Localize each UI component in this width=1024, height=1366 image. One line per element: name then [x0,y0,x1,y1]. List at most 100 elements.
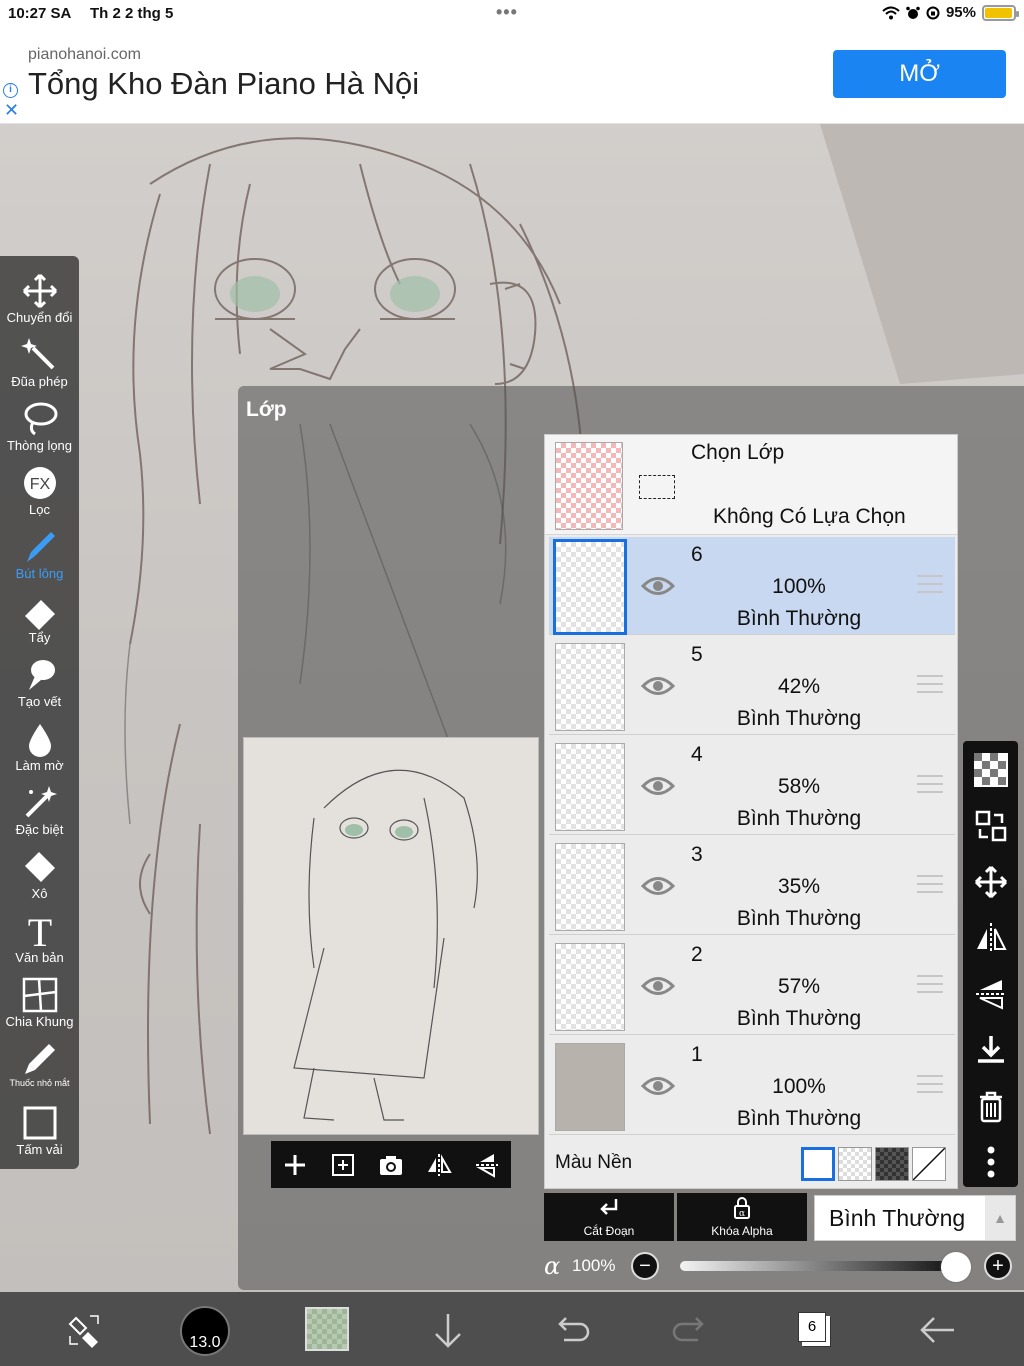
delete-layer-button[interactable] [963,1081,1018,1131]
selection-layer-row[interactable]: Chọn Lớp Không Có Lựa Chọn [545,435,957,535]
layer-row[interactable]: 4 58% Bình Thường [549,737,955,835]
layer-number: 1 [691,1043,703,1066]
battery-icon [982,4,1019,21]
duplicate-layer-button[interactable] [323,1145,363,1185]
brush-icon [0,528,79,568]
opacity-control: α 100% − + [540,1247,1020,1287]
eye-visibility-icon[interactable] [641,873,675,899]
layer-panel-title: Lớp [246,398,287,421]
ad-open-button[interactable]: MỞ [833,50,1006,98]
color-picker-button[interactable] [305,1307,349,1351]
eye-visibility-icon[interactable] [641,573,675,599]
layer-row[interactable]: 1 100% Bình Thường [549,1037,955,1135]
tool-filter[interactable]: FX Lọc [0,456,79,520]
more-options-button[interactable] [963,1137,1018,1187]
camera-icon [380,1155,402,1175]
transparency-button[interactable] [963,745,1018,795]
ad-info-icon[interactable]: i [3,83,18,98]
clipping-button[interactable]: Cắt Đoạn [544,1193,674,1241]
opacity-slider-knob[interactable] [941,1252,971,1282]
swap-layer-button[interactable] [963,801,1018,851]
drag-handle-icon[interactable] [917,975,943,995]
tool-label: Bút lông [15,566,64,581]
eye-visibility-icon[interactable] [641,773,675,799]
layer-row[interactable]: 3 35% Bình Thường [549,837,955,935]
tool-move[interactable]: Chuyển đổi [0,264,79,328]
layer-blend-mode: Bình Thường [736,907,862,930]
ad-headline[interactable]: Tổng Kho Đàn Piano Hà Nội [28,66,419,102]
drag-handle-icon[interactable] [917,1075,943,1095]
layer-row[interactable]: 2 57% Bình Thường [549,937,955,1035]
undo-button[interactable] [542,1302,598,1358]
layer-row[interactable]: 5 42% Bình Thường [549,637,955,735]
tool-frame-divider[interactable]: Chia Khung [0,968,79,1032]
flip-vertical-button[interactable] [467,1145,507,1185]
layer-opacity: 58% [777,775,821,798]
chevron-up-icon: ▲ [985,1196,1015,1240]
canvas-icon [0,1104,79,1144]
alpha-lock-button[interactable]: α Khóa Alpha [677,1193,807,1241]
camera-button[interactable] [371,1145,411,1185]
redo-button[interactable] [664,1302,720,1358]
opacity-slider[interactable] [680,1261,956,1271]
multitasking-dots-icon[interactable]: ••• [496,2,518,23]
battery-percent: 95% [945,4,976,21]
tool-smudge[interactable]: Tạo vết [0,648,79,712]
layer-number: 4 [691,743,703,766]
layer-row[interactable]: 6 100% Bình Thường [549,537,955,635]
background-none-swatch[interactable] [912,1147,946,1181]
layers-button[interactable]: 6 [798,1312,826,1342]
layer-thumbnail [555,843,625,931]
magic-wand-icon [0,336,79,376]
tool-bucket[interactable]: Xô [0,840,79,904]
eye-visibility-icon[interactable] [641,1073,675,1099]
add-layer-button[interactable] [275,1145,315,1185]
more-vertical-icon [987,1146,994,1178]
duplicate-icon [332,1153,354,1176]
layer-preview[interactable] [243,737,539,1135]
merge-down-button[interactable] [963,1025,1018,1075]
tool-label: Thuốc nhỏ mắt [9,1078,70,1088]
layer-opacity: 35% [777,875,821,898]
background-white-swatch[interactable] [801,1147,835,1181]
opacity-decrease-button[interactable]: − [631,1252,659,1280]
background-dark-swatch[interactable] [875,1147,909,1181]
drag-handle-icon[interactable] [917,675,943,695]
ad-close-icon[interactable]: ✕ [4,100,19,121]
tool-blur[interactable]: Làm mờ [0,712,79,776]
move-down-button[interactable] [420,1302,476,1358]
quick-tools-button[interactable] [56,1302,112,1358]
brush-size-button[interactable]: 13.0 [180,1306,230,1356]
tool-magic-wand[interactable]: Đũa phép [0,328,79,392]
drag-handle-icon[interactable] [917,875,943,895]
drag-handle-icon[interactable] [917,775,943,795]
ad-domain: pianohanoi.com [28,46,141,63]
flip-vertical-layer-button[interactable] [963,969,1018,1019]
tool-text[interactable]: T Văn bản [0,904,79,968]
selection-status: Không Có Lựa Chọn [713,505,906,528]
blend-mode-select[interactable]: Bình Thường ▲ [814,1195,1016,1241]
tool-eraser[interactable]: Tẩy [0,584,79,648]
tool-canvas[interactable]: Tấm vải [0,1096,79,1160]
status-date: Th 2 2 thg 5 [90,5,174,22]
lasso-icon [0,400,79,440]
ad-banner[interactable]: pianohanoi.com Tổng Kho Đàn Piano Hà Nội… [0,28,1024,124]
back-button[interactable] [910,1302,966,1358]
tool-eyedropper[interactable]: Thuốc nhỏ mắt [0,1032,79,1096]
flip-horizontal-layer-button[interactable] [963,913,1018,963]
drag-handle-icon[interactable] [917,575,943,595]
move-layer-button[interactable] [963,857,1018,907]
eye-visibility-icon[interactable] [641,973,675,999]
status-time: 10:27 SA [8,5,72,22]
opacity-increase-button[interactable]: + [984,1252,1012,1280]
eye-visibility-icon[interactable] [641,673,675,699]
tool-brush[interactable]: Bút lông [0,520,79,584]
background-transparent-swatch[interactable] [838,1147,872,1181]
tool-special[interactable]: Đặc biệt [0,776,79,840]
layer-thumbnail [555,743,625,831]
tool-label: Chuyển đổi [6,310,73,325]
tool-lasso[interactable]: Thòng lọng [0,392,79,456]
bottom-toolbar [0,1292,1024,1366]
background-color-row: Màu Nền [545,1137,957,1188]
flip-horizontal-button[interactable] [419,1145,459,1185]
